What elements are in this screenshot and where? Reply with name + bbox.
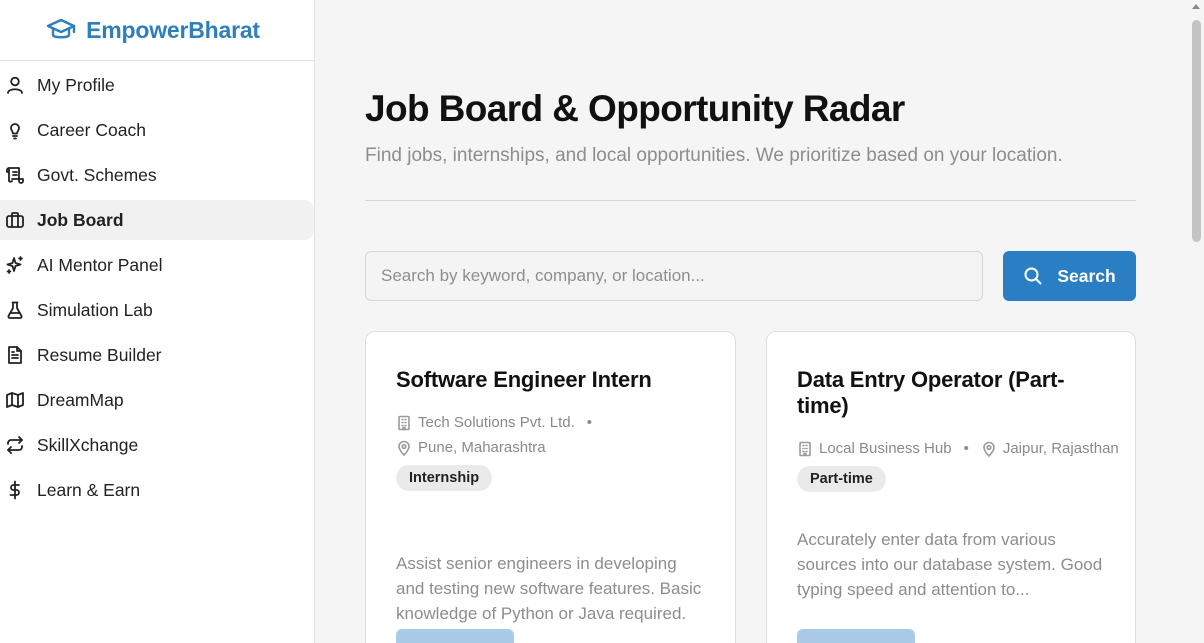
job-company: Tech Solutions Pvt. Ltd. (418, 414, 575, 431)
job-title: Software Engineer Intern (396, 367, 652, 392)
user-icon (7, 76, 23, 94)
page-scrollbar[interactable] (1188, 0, 1204, 643)
sidebar-item-learn-earn[interactable]: Learn & Earn (0, 470, 314, 510)
job-card[interactable]: Software Engineer Intern Tech Solutions … (365, 331, 736, 643)
search-button-label: Search (1057, 265, 1116, 286)
building-icon (799, 441, 811, 456)
flask-icon (7, 301, 23, 319)
page-subtitle: Find jobs, internships, and local opport… (365, 145, 1063, 166)
sidebar-item-label: AI Mentor Panel (37, 254, 163, 275)
job-title: Data Entry Operator (Part-time) (797, 367, 1065, 418)
sidebar-nav: My Profile Career Coach Govt. Schemes Jo… (0, 61, 314, 510)
sidebar-item-label: Resume Builder (37, 344, 162, 365)
brand-logo[interactable]: EmpowerBharat (0, 0, 314, 61)
sidebar-item-label: Career Coach (37, 119, 146, 140)
apply-button[interactable] (797, 629, 915, 643)
briefcase-icon (6, 212, 24, 228)
job-meta: Tech Solutions Pvt. Ltd. • Pune, Maharas… (396, 410, 705, 460)
map-icon (6, 392, 24, 408)
separator-dot: • (586, 414, 593, 431)
sidebar-item-label: Learn & Earn (37, 479, 141, 500)
sidebar-item-label: Job Board (37, 209, 124, 230)
sidebar-item-my-profile[interactable]: My Profile (0, 65, 314, 105)
job-company: Local Business Hub (819, 440, 952, 457)
lightbulb-icon (10, 123, 20, 140)
apply-button[interactable] (396, 629, 514, 643)
sidebar-item-dreammap[interactable]: DreamMap (0, 380, 314, 420)
sidebar-item-skillxchange[interactable]: SkillXchange (0, 425, 314, 465)
job-meta: Local Business Hub • Jaipur, Rajasthan (797, 436, 1119, 461)
job-description: Accurately enter data from various sourc… (797, 530, 1103, 599)
exchange-icon (7, 436, 23, 454)
sidebar-item-resume-builder[interactable]: Resume Builder (0, 335, 314, 375)
sidebar-item-label: SkillXchange (37, 434, 139, 455)
separator-dot: • (963, 440, 969, 457)
graduation-cap-icon (46, 18, 76, 39)
sidebar-item-label: Govt. Schemes (37, 164, 157, 185)
document-icon (8, 346, 22, 364)
job-type-badge: Internship (396, 465, 493, 491)
map-pin-icon (983, 441, 995, 457)
sidebar-item-job-board[interactable]: Job Board (0, 200, 314, 240)
sidebar-item-label: My Profile (37, 74, 115, 95)
search-input[interactable] (365, 251, 983, 301)
sidebar-item-career-coach[interactable]: Career Coach (0, 110, 314, 150)
scroll-icon (6, 167, 24, 184)
main-content: Job Board & Opportunity Radar Find jobs,… (315, 0, 1188, 643)
sidebar: EmpowerBharat My Profile Career Coach Go… (0, 0, 315, 643)
sidebar-item-govt-schemes[interactable]: Govt. Schemes (0, 155, 314, 195)
job-location: Jaipur, Rajasthan (1002, 440, 1119, 457)
dollar-icon (9, 480, 20, 500)
search-button[interactable]: Search (1003, 251, 1136, 301)
brand-name: EmpowerBharat (86, 16, 260, 43)
sidebar-item-ai-mentor-panel[interactable]: AI Mentor Panel (0, 245, 314, 285)
map-pin-icon (398, 440, 410, 456)
scroll-up-arrow-icon[interactable] (1192, 4, 1200, 9)
sidebar-item-simulation-lab[interactable]: Simulation Lab (0, 290, 314, 330)
divider (365, 200, 1136, 201)
sparkles-icon (6, 256, 23, 274)
job-location: Pune, Maharashtra (418, 439, 546, 456)
job-description: Assist senior engineers in developing an… (396, 554, 702, 623)
page-title: Job Board & Opportunity Radar (365, 88, 905, 129)
building-icon (398, 415, 410, 430)
job-type-badge: Part-time (797, 466, 886, 492)
search-icon (1024, 267, 1042, 285)
job-card[interactable]: Data Entry Operator (Part-time) Local Bu… (766, 331, 1136, 643)
scrollbar-thumb[interactable] (1192, 20, 1201, 242)
sidebar-item-label: DreamMap (37, 389, 124, 410)
sidebar-item-label: Simulation Lab (37, 299, 153, 320)
